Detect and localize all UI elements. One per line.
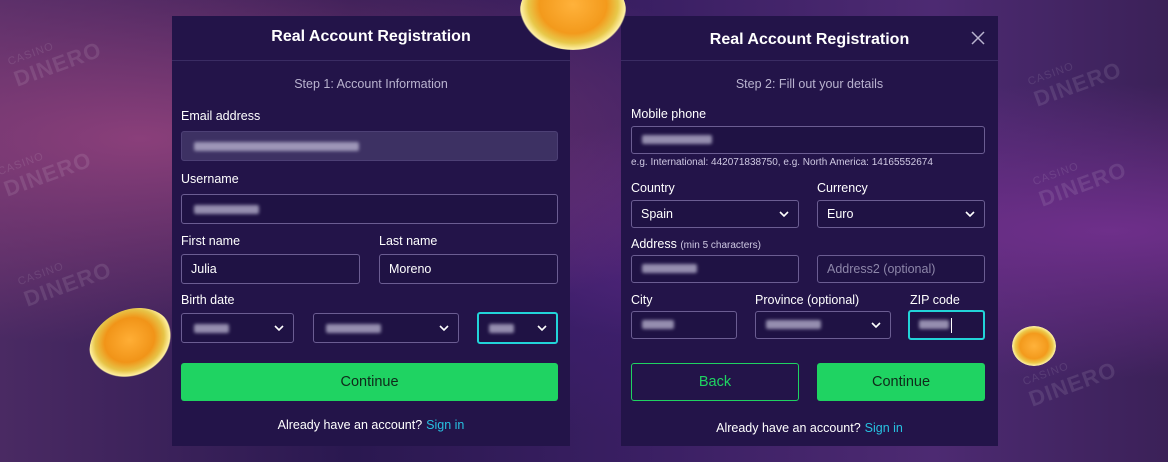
signin-prompt-text: Already have an account? [716,421,861,435]
mobile-field[interactable] [631,126,985,154]
signin-prompt: Already have an account? Sign in [621,421,998,435]
step-label: Step 2: Fill out your details [735,77,884,91]
province-label: Province (optional) [755,293,860,307]
divider [172,60,570,61]
signin-link[interactable]: Sign in [426,418,464,432]
birth-year-select[interactable] [477,312,558,344]
mobile-hint: e.g. International: 442071838750, e.g. N… [631,157,933,168]
coin-decoration [1012,326,1056,366]
first-name-field[interactable]: Julia [181,254,360,284]
address2-field[interactable]: Address2 (optional) [817,255,985,283]
text-cursor [951,318,952,333]
first-name-value: Julia [191,262,217,276]
first-name-label: First name [181,234,241,248]
address-field[interactable] [631,255,799,283]
continue-button[interactable]: Continue [817,363,985,401]
continue-button[interactable]: Continue [181,363,558,401]
watermark: CASINO DINERO [6,36,105,92]
username-field[interactable] [181,194,558,224]
birth-day-select[interactable] [181,313,294,343]
address-label-text: Address [631,237,677,251]
last-name-field[interactable]: Moreno [379,254,558,284]
chevron-down-icon [439,325,449,332]
coin-decoration [78,294,184,392]
step-label: Step 1: Account Information [294,77,448,91]
email-field[interactable] [181,131,558,161]
watermark: CASINO DINERO [16,256,115,312]
address2-placeholder: Address2 (optional) [827,262,936,276]
signin-link[interactable]: Sign in [865,421,903,435]
watermark: CASINO DINERO [0,146,95,202]
mobile-label: Mobile phone [631,107,707,121]
registration-step2-panel: Real Account Registration Step 2: Fill o… [621,16,998,446]
panel-title: Real Account Registration [271,28,471,45]
chevron-down-icon [779,211,789,218]
email-label: Email address [181,109,261,123]
currency-select[interactable]: Euro [817,200,985,228]
close-icon[interactable] [970,30,986,46]
chevron-down-icon [274,325,284,332]
zip-field[interactable] [908,310,985,340]
city-field[interactable] [631,311,737,339]
birth-month-select[interactable] [313,313,459,343]
currency-label: Currency [817,181,868,195]
last-name-label: Last name [379,234,438,248]
zip-label: ZIP code [910,293,960,307]
chevron-down-icon [537,325,547,332]
chevron-down-icon [965,211,975,218]
address-label: Address (min 5 characters) [631,237,761,251]
signin-prompt: Already have an account? Sign in [172,418,570,432]
registration-step1-panel: Real Account Registration Step 1: Accoun… [172,16,570,446]
divider [621,60,998,61]
watermark: CASINO DINERO [1026,56,1125,112]
last-name-value: Moreno [389,262,432,276]
watermark: CASINO DINERO [1031,156,1130,212]
city-label: City [631,293,653,307]
country-select[interactable]: Spain [631,200,799,228]
country-label: Country [631,181,675,195]
signin-prompt-text: Already have an account? [277,418,423,432]
chevron-down-icon [871,322,881,329]
country-value: Spain [641,207,673,221]
address-note: (min 5 characters) [680,240,761,251]
birth-date-label: Birth date [181,293,235,307]
username-label: Username [181,172,239,186]
back-button[interactable]: Back [631,363,799,401]
currency-value: Euro [827,207,854,221]
province-select[interactable] [755,311,891,339]
panel-title: Real Account Registration [709,31,910,48]
